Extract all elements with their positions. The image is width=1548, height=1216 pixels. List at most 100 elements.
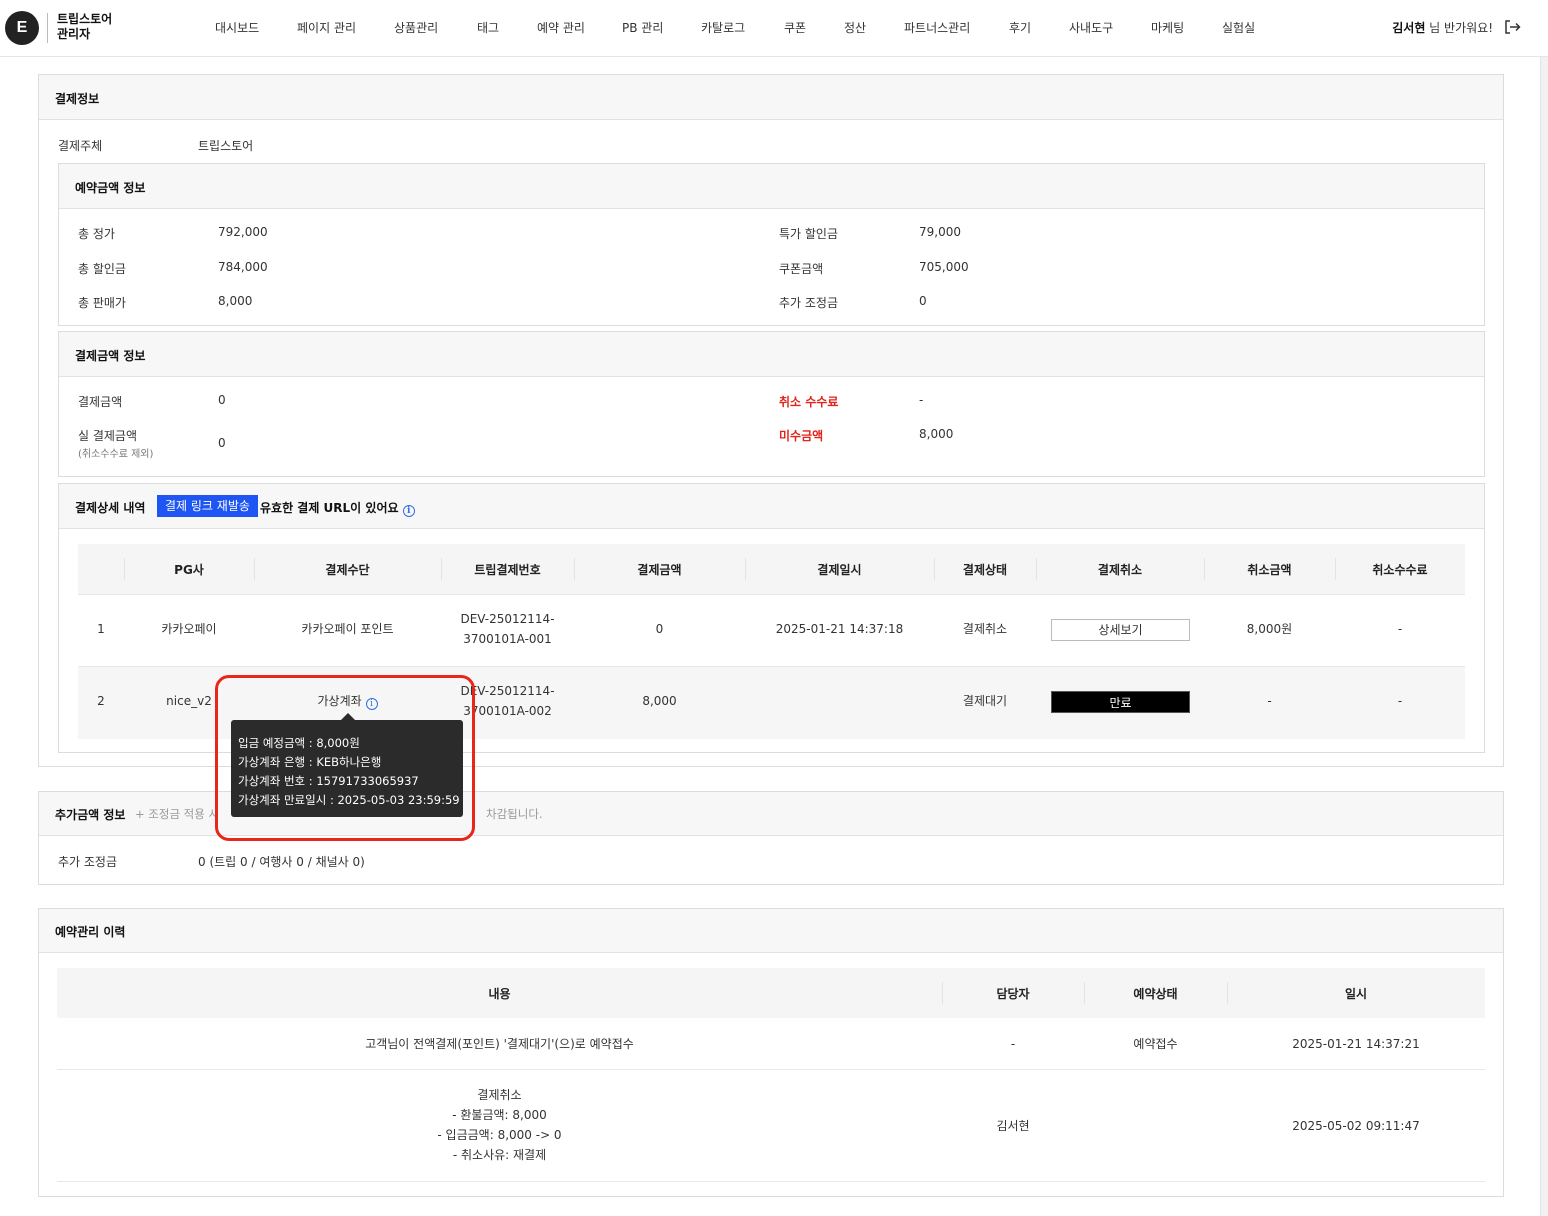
- unpaid-value: 8,000: [919, 427, 954, 441]
- method-cell: 카카오페이 포인트: [301, 622, 394, 636]
- trip-number-line-1: DEV-25012114-: [460, 684, 555, 698]
- resend-payment-link-button[interactable]: 결제 링크 재발송: [157, 495, 258, 517]
- reservation-history-title: 예약관리 이력: [55, 925, 126, 939]
- payment-detail-title: 결제상세 내역: [75, 501, 146, 515]
- special-discount-label: 특가 할인금: [779, 227, 839, 241]
- status-cell: 결제취소: [962, 622, 1008, 636]
- nav-item-lab[interactable]: 실험실: [1222, 19, 1255, 36]
- extra-amount-note: 차감됩니다.: [486, 807, 543, 821]
- payment-info-header: 결제정보: [39, 75, 1503, 120]
- amount-cell: 0: [655, 622, 664, 636]
- expired-button[interactable]: 만료: [1051, 691, 1190, 713]
- col-header-reservation-status: 예약상태: [1133, 987, 1178, 1001]
- trip-payment-number-link[interactable]: DEV-25012114- 3700101A-001: [441, 609, 574, 649]
- paid-amount-panel: 결제금액 정보 결제금액 0 실 결제금액 (취소수수료 제외) 0 취소 수수…: [58, 331, 1485, 477]
- nav-item-tags[interactable]: 태그: [477, 19, 499, 36]
- pay-amount-label: 결제금액: [78, 395, 123, 409]
- nav-item-internal-tools[interactable]: 사내도구: [1069, 19, 1113, 36]
- col-header-method: 결제수단: [325, 563, 370, 577]
- brand-logo[interactable]: E: [5, 11, 39, 45]
- extra-adjust-label: 추가 조정금: [779, 296, 839, 310]
- cancel-amount-cell: -: [1267, 694, 1272, 708]
- total-list-price-label: 총 정가: [78, 227, 115, 241]
- info-icon[interactable]: i: [365, 698, 378, 710]
- col-header-datetime: 결제일시: [817, 563, 862, 577]
- paid-amount-title: 결제금액 정보: [75, 349, 146, 363]
- history-status: 예약접수: [1133, 1037, 1178, 1051]
- extra-adjust-value: 0: [919, 294, 927, 308]
- col-header-status: 결제상태: [962, 563, 1008, 577]
- history-content-line: - 입금금액: 8,000 -> 0: [437, 1128, 562, 1142]
- row-number: 2: [97, 694, 105, 708]
- history-manager: -: [1010, 1037, 1016, 1051]
- reservation-history-panel: 예약관리 이력 내용 담당자 예약상태 일시 고객님이 전액결제(포인트) '결…: [38, 908, 1504, 1197]
- status-cell: 결제대기: [962, 694, 1008, 708]
- cancel-fee-label: 취소 수수료: [779, 395, 839, 409]
- nav-item-catalog[interactable]: 카탈로그: [701, 19, 745, 36]
- page-scrollbar[interactable]: [1540, 57, 1548, 1216]
- nav-item-page-management[interactable]: 페이지 관리: [297, 19, 356, 36]
- info-icon[interactable]: i: [402, 505, 415, 517]
- nav-item-marketing[interactable]: 마케팅: [1151, 19, 1184, 36]
- trip-number-line-2: 3700101A-002: [463, 704, 552, 718]
- nav-item-settlement[interactable]: 정산: [844, 19, 866, 36]
- logout-icon[interactable]: [1503, 18, 1521, 36]
- reservation-amount-header: 예약금액 정보: [59, 164, 1484, 209]
- payer-value: 트립스토어: [198, 139, 254, 153]
- nav-item-partners[interactable]: 파트너스관리: [904, 19, 970, 36]
- nav-item-coupons[interactable]: 쿠폰: [784, 19, 806, 36]
- nav-item-dashboard[interactable]: 대시보드: [215, 19, 259, 36]
- virtual-account-tooltip: 입금 예정금액 : 8,000원 가상계좌 은행 : KEB하나은행 가상계좌 …: [231, 713, 463, 817]
- nav-item-reviews[interactable]: 후기: [1009, 19, 1031, 36]
- payment-detail-header: 결제상세 내역 결제 링크 재발송 유효한 결제 URL이 있어요 i: [59, 484, 1484, 529]
- history-datetime: 2025-05-02 09:11:47: [1292, 1119, 1420, 1133]
- coupon-amount-label: 쿠폰금액: [779, 262, 824, 276]
- nav-item-reservation-management[interactable]: 예약 관리: [537, 19, 585, 36]
- valid-url-notice: 유효한 결제 URL이 있어요 i: [260, 499, 415, 517]
- history-content-line: - 취소사유: 재결제: [452, 1148, 547, 1162]
- payment-detail-panel: 결제상세 내역 결제 링크 재발송 유효한 결제 URL이 있어요 i PG사 …: [58, 483, 1485, 753]
- row-divider: [57, 1181, 1485, 1182]
- greeting-text: 님 반가워요!: [1425, 21, 1493, 35]
- total-sale-price-label: 총 판매가: [78, 296, 126, 310]
- col-header-content: 내용: [488, 987, 511, 1001]
- pg-cell: nice_v2: [166, 694, 212, 708]
- user-name: 김서현: [1392, 21, 1426, 35]
- nav-item-pb-management[interactable]: PB 관리: [622, 19, 663, 36]
- history-content-line: 결제취소: [477, 1088, 522, 1102]
- logo-divider: [47, 13, 48, 43]
- history-manager: 김서현: [996, 1119, 1030, 1133]
- total-sale-price-value: 8,000: [218, 294, 253, 308]
- reservation-history-header: 예약관리 이력: [39, 909, 1503, 953]
- payment-detail-table-head: PG사 결제수단 트립결제번호 결제금액 결제일시 결제상태 결제취소 취소금액…: [78, 544, 1465, 594]
- trip-number-line-1: DEV-25012114-: [460, 612, 555, 626]
- col-header-amount: 결제금액: [637, 563, 682, 577]
- payment-info-panel: 결제정보 결제주체 트립스토어 예약금액 정보 총 정가 792,000 총 할…: [38, 74, 1504, 767]
- extra-amount-note-start: + 조정금 적용 시: [135, 807, 220, 821]
- view-detail-button[interactable]: 상세보기: [1051, 619, 1190, 641]
- special-discount-value: 79,000: [919, 225, 961, 239]
- tooltip-line-deposit-amount: 입금 예정금액 : 8,000원: [238, 736, 360, 750]
- pay-amount-value: 0: [218, 393, 226, 407]
- row-divider: [78, 594, 1465, 595]
- paid-amount-header: 결제금액 정보: [59, 332, 1484, 377]
- actual-pay-value: 0: [218, 436, 226, 450]
- extra-amount-title: 추가금액 정보: [55, 808, 126, 822]
- nav-item-product-management[interactable]: 상품관리: [394, 19, 438, 36]
- reservation-amount-title: 예약금액 정보: [75, 181, 146, 195]
- brand-name-line: 관리자: [57, 27, 91, 41]
- brand-name[interactable]: 트립스토어 관리자: [57, 12, 137, 42]
- tooltip-line-bank: 가상계좌 은행 : KEB하나은행: [238, 755, 382, 769]
- col-header-manager: 담당자: [996, 987, 1030, 1001]
- cancel-amount-cell: 8,000원: [1246, 622, 1293, 636]
- trip-payment-number-link[interactable]: DEV-25012114- 3700101A-002: [441, 681, 574, 721]
- actual-pay-label: 실 결제금액: [78, 429, 138, 443]
- coupon-amount-value: 705,000: [919, 260, 969, 274]
- tooltip-line-account-number: 가상계좌 번호 : 15791733065937: [238, 774, 419, 788]
- method-cell: 가상계좌 i: [254, 691, 441, 711]
- total-discount-label: 총 할인금: [78, 262, 126, 276]
- cancel-fee-cell: -: [1397, 622, 1403, 636]
- history-table-head: 내용 담당자 예약상태 일시: [57, 968, 1485, 1018]
- adjust-label: 추가 조정금: [58, 855, 118, 869]
- total-discount-value: 784,000: [218, 260, 268, 274]
